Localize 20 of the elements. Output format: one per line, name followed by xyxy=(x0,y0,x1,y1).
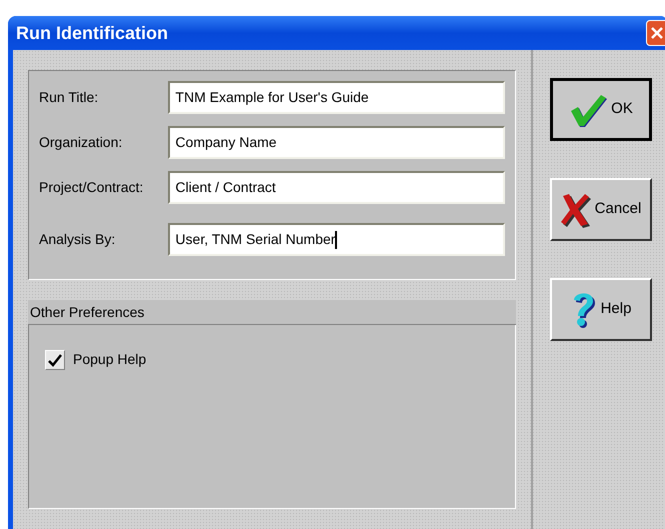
checkmark-icon xyxy=(569,92,608,126)
field-label: Analysis By: xyxy=(39,230,116,249)
checkbox[interactable] xyxy=(45,350,65,370)
field-label: Organization: xyxy=(39,133,124,152)
help-button[interactable]: Help xyxy=(550,278,652,341)
close-button[interactable] xyxy=(646,20,665,46)
window-title: Run Identification xyxy=(16,22,168,44)
field-label: Project/Contract: xyxy=(39,178,144,197)
ok-button[interactable]: OK xyxy=(550,78,652,141)
section-header: Other Preferences xyxy=(28,300,516,325)
check-icon xyxy=(48,352,62,366)
close-icon xyxy=(650,26,664,40)
cross-icon xyxy=(560,192,591,228)
text-field[interactable]: TNM Example for User's Guide xyxy=(168,81,505,114)
text-field[interactable]: User, TNM Serial Number xyxy=(168,223,505,256)
text-field[interactable]: Company Name xyxy=(168,126,505,159)
cancel-button[interactable]: Cancel xyxy=(550,178,652,241)
field-label: Run Title: xyxy=(39,88,100,107)
checkbox-label: Popup Help xyxy=(73,350,146,369)
text-field[interactable]: Client / Contract xyxy=(168,171,505,204)
